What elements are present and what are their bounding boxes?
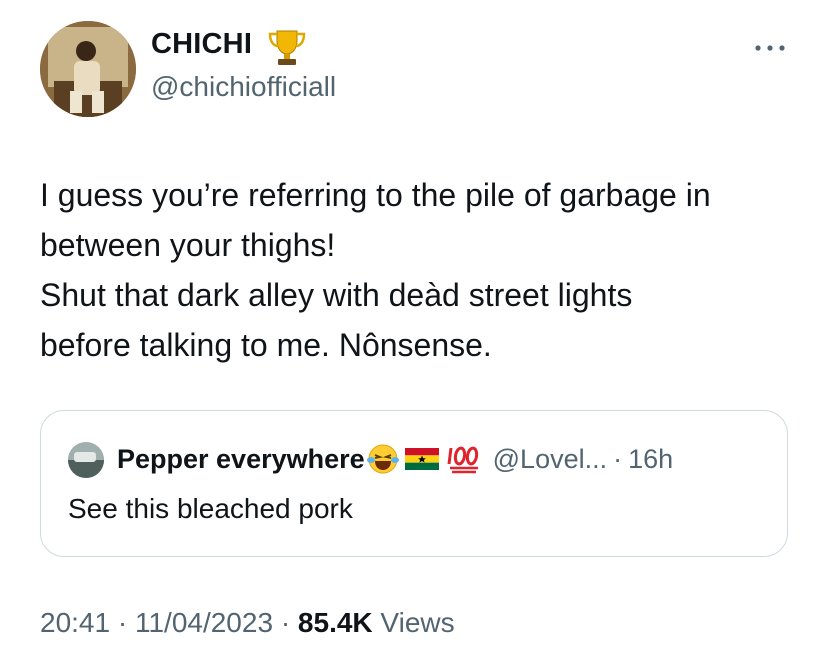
tweet-meta: 20:41 · 11/04/2023 · 85.4K Views bbox=[40, 607, 455, 639]
tweet-time[interactable]: 20:41 bbox=[40, 607, 110, 638]
tweet-line: before talking to me. Nônsense. bbox=[40, 327, 492, 363]
author-avatar[interactable] bbox=[40, 21, 136, 117]
quote-text: See this bleached pork bbox=[68, 493, 353, 524]
quote-separator: · bbox=[613, 443, 623, 474]
tweet-line: I guess you’re referring to the pile of … bbox=[40, 177, 711, 213]
ghana-flag-icon bbox=[404, 448, 439, 470]
avatar-photo bbox=[40, 21, 136, 117]
quote-header: Pepper everywhere @Lovel... · 16h bbox=[117, 439, 673, 479]
author-display-name[interactable]: CHICHI bbox=[151, 28, 252, 61]
quote-author-handle[interactable]: @Lovel... bbox=[493, 444, 607, 475]
tweet-line: between your thighs! bbox=[40, 227, 336, 263]
tweet-date[interactable]: 11/04/2023 bbox=[135, 607, 273, 638]
author-handle[interactable]: @chichiofficiall bbox=[151, 71, 336, 103]
meta-separator: · bbox=[280, 607, 291, 638]
laughing-tears-icon bbox=[366, 444, 399, 474]
views-label[interactable]: Views bbox=[380, 607, 454, 638]
trophy-icon bbox=[268, 30, 306, 65]
quote-avatar[interactable] bbox=[68, 442, 104, 478]
tweet-text: I guess you’re referring to the pile of … bbox=[40, 170, 810, 370]
quoted-tweet-card[interactable]: Pepper everywhere @Lovel... · 16h See th… bbox=[40, 410, 788, 557]
meta-separator: · bbox=[117, 607, 128, 638]
quote-timestamp[interactable]: 16h bbox=[628, 444, 673, 475]
tweet-line: Shut that dark alley with deàd street li… bbox=[40, 277, 633, 313]
hundred-points-icon bbox=[447, 446, 478, 474]
quote-avatar-photo bbox=[68, 442, 104, 478]
views-count[interactable]: 85.4K bbox=[298, 607, 373, 638]
quote-author-name[interactable]: Pepper everywhere bbox=[117, 444, 365, 475]
more-options-icon[interactable] bbox=[752, 38, 788, 58]
